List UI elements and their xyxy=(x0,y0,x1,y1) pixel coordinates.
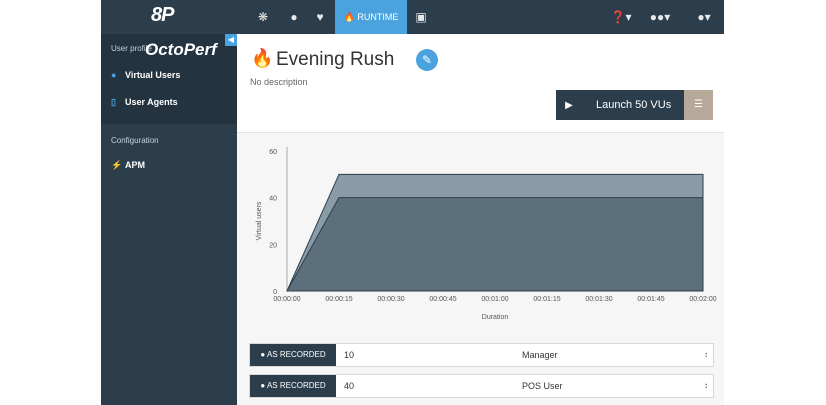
x-tick-label: 00:00:15 xyxy=(325,296,352,303)
virtual-user-select[interactable]: Manager ↕ xyxy=(522,344,712,366)
recorded-badge[interactable]: ● AS RECORDED xyxy=(250,375,336,397)
menu-icon: ☰ xyxy=(694,99,703,110)
mobile-icon: ▯ xyxy=(111,97,116,107)
sidebar: User profile OctoPerf ◀ ● Virtual Users ▯… xyxy=(101,34,237,405)
edit-scenario-button[interactable]: ✎ xyxy=(416,49,438,71)
x-tick-label: 00:01:00 xyxy=(481,296,508,303)
population-row: ● AS RECORDED 40 POS User ↕ xyxy=(249,374,714,398)
question-icon: ❓ xyxy=(610,10,626,24)
design-nav-icon[interactable]: ❋ xyxy=(253,0,273,34)
sidebar-item-virtual-users[interactable]: ● Virtual Users xyxy=(111,68,180,82)
fire-icon: 🔥 xyxy=(251,48,274,68)
user-menu[interactable]: ●▾ xyxy=(690,0,718,34)
y-tick-label: 40 xyxy=(269,196,277,203)
y-tick-label: 20 xyxy=(269,242,277,249)
app-window: 8P ❋ ● ♥ 🔥 RUNTIME ▣ ❓▾ ●●▾ ●▾ User prof… xyxy=(101,0,724,405)
team-menu[interactable]: ●●▾ xyxy=(646,0,674,34)
x-tick-label: 00:00:00 xyxy=(273,296,300,303)
scenario-header: 🔥 Evening Rush ✎ No description ▶ Launch… xyxy=(237,34,724,133)
sidebar-profile-section: User profile OctoPerf ◀ ● Virtual Users ▯… xyxy=(101,34,237,124)
select-arrows-icon: ↕ xyxy=(704,381,708,390)
plug-icon: ⚡ xyxy=(111,160,123,170)
pencil-icon: ✎ xyxy=(421,53,433,67)
collapse-sidebar-button[interactable]: ◀ xyxy=(225,34,237,46)
vu-count-input[interactable]: 40 xyxy=(344,375,354,397)
sidebar-item-user-agents[interactable]: ▯ User Agents xyxy=(111,95,178,109)
monitoring-nav-icon[interactable]: ♥ xyxy=(311,0,329,34)
help-menu[interactable]: ❓▾ xyxy=(607,0,635,34)
x-tick-label: 00:01:30 xyxy=(585,296,612,303)
x-tick-label: 00:01:15 xyxy=(533,296,560,303)
play-icon: ▶ xyxy=(565,100,573,111)
x-tick-label: 00:02:00 xyxy=(689,296,716,303)
sidebar-section-configuration: Configuration xyxy=(111,136,159,145)
recorded-badge[interactable]: ● AS RECORDED xyxy=(250,344,336,366)
octoperf-logo: OctoPerf xyxy=(145,40,217,59)
virtual-user-select[interactable]: POS User ↕ xyxy=(522,375,712,397)
user-icon: ● xyxy=(111,70,117,80)
fire-icon: 🔥 xyxy=(343,12,355,22)
user-icon: ● xyxy=(697,10,705,24)
chart-svg: 0 20 40 60 00:00:00 00:00:15 00:00:30 00:00:45 0… xyxy=(256,147,717,321)
user-icon: ● xyxy=(260,350,266,359)
x-tick-label: 00:00:30 xyxy=(377,296,404,303)
series-area-2 xyxy=(286,197,704,292)
sidebar-item-apm[interactable]: ⚡ APM xyxy=(111,158,145,172)
results-nav-icon[interactable]: ▣ xyxy=(412,0,430,34)
y-axis-title: Virtual users xyxy=(256,201,263,240)
vu-count-input[interactable]: 10 xyxy=(344,344,354,366)
x-tick-label: 00:01:45 xyxy=(637,296,664,303)
y-tick-label: 60 xyxy=(269,149,277,156)
y-tick-label: 0 xyxy=(273,289,277,296)
x-tick-label: 00:00:45 xyxy=(429,296,456,303)
scenario-title: Evening Rush xyxy=(276,49,395,70)
top-navbar: 8P ❋ ● ♥ 🔥 RUNTIME ▣ ❓▾ ●●▾ ●▾ xyxy=(101,0,724,34)
load-chart: 0 20 40 60 00:00:00 00:00:15 00:00:30 00:00:45 0… xyxy=(237,133,724,333)
launch-options-button[interactable]: ☰ xyxy=(684,90,713,120)
population-row: ● AS RECORDED 10 Manager ↕ xyxy=(249,343,714,367)
select-arrows-icon: ↕ xyxy=(704,350,708,359)
scenario-description: No description xyxy=(250,77,308,87)
team-icon: ●● xyxy=(649,10,665,24)
launch-button[interactable]: ▶ Launch 50 VUs xyxy=(556,90,684,120)
x-axis-title: Duration xyxy=(482,314,509,321)
brand-logo[interactable]: 8P xyxy=(151,4,174,27)
tab-runtime[interactable]: 🔥 RUNTIME xyxy=(335,0,407,34)
user-icon: ● xyxy=(260,381,266,390)
virtual-users-nav-icon[interactable]: ● xyxy=(285,0,303,34)
